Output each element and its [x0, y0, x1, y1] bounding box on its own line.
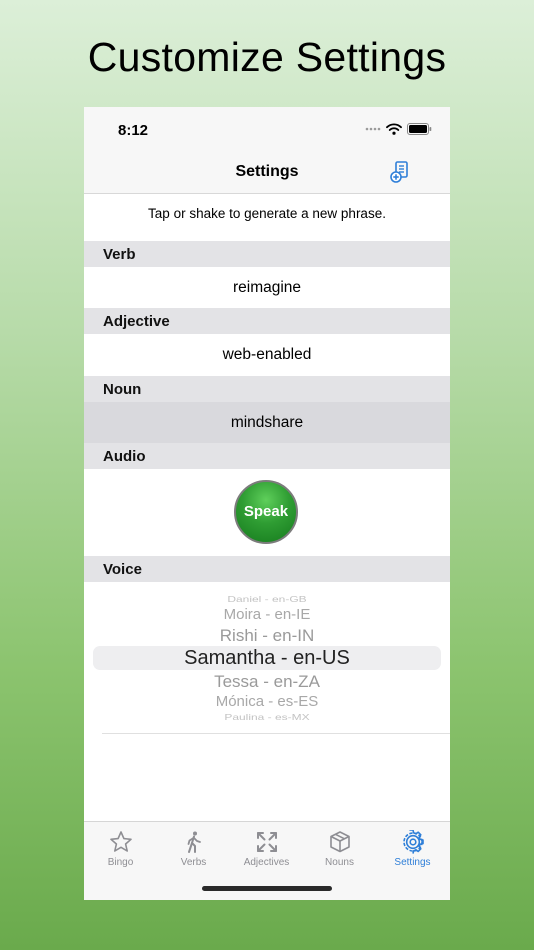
signal-dots-icon [365, 127, 381, 131]
nav-bar: Settings [84, 151, 450, 194]
tab-verbs[interactable]: Verbs [157, 830, 230, 868]
section-label-verb: Verb [103, 246, 136, 263]
section-label-noun: Noun [103, 381, 142, 398]
tab-settings[interactable]: Settings [376, 830, 449, 868]
picker-option-selected[interactable]: Samantha - en-US [84, 647, 450, 670]
tab-label-verbs: Verbs [180, 857, 207, 868]
status-time: 8:12 [118, 122, 149, 139]
picker-option[interactable]: Mónica - es-ES [84, 693, 450, 710]
tab-adjectives[interactable]: Adjectives [230, 830, 303, 868]
home-indicator[interactable] [202, 886, 332, 891]
tab-label-nouns: Nouns [325, 857, 354, 868]
tab-label-bingo: Bingo [107, 857, 134, 868]
walking-figure-icon [187, 831, 201, 853]
noun-value-row[interactable]: mindshare [84, 402, 450, 443]
battery-icon [407, 123, 432, 135]
section-label-audio: Audio [103, 448, 146, 465]
arrows-expand-icon [256, 832, 277, 852]
add-document-icon[interactable] [390, 161, 410, 183]
section-header-voice: Voice [84, 556, 450, 582]
picker-option[interactable]: Paulina - es-MX [84, 712, 450, 722]
section-header-audio: Audio [84, 443, 450, 469]
picker-option[interactable]: Daniel - en-GB [84, 594, 450, 604]
wifi-icon [386, 123, 402, 135]
tab-bingo[interactable]: Bingo [84, 830, 157, 868]
speak-button[interactable]: Speak [234, 480, 298, 544]
section-header-verb: Verb [84, 241, 450, 267]
gear-icon [402, 830, 424, 854]
headline: Customize Settings [87, 34, 447, 80]
instruction-text[interactable]: Tap or shake to generate a new phrase. [84, 194, 450, 241]
picker-option[interactable]: Moira - en-IE [84, 606, 450, 623]
star-icon [109, 831, 132, 852]
section-label-adjective: Adjective [103, 313, 170, 330]
status-bar: 8:12 [84, 107, 450, 151]
picker-divider [102, 733, 450, 734]
box-icon [329, 831, 350, 853]
phone-screen: 8:12 Settings Tap or shake to generate a… [84, 107, 450, 900]
section-label-voice: Voice [103, 561, 142, 578]
audio-row: Speak [84, 469, 450, 555]
voice-picker[interactable]: Daniel - en-GB Moira - en-IE Rishi - en-… [84, 582, 450, 732]
section-header-adjective: Adjective [84, 308, 450, 334]
tab-label-adjectives: Adjectives [243, 857, 290, 868]
status-icons [365, 123, 432, 135]
adjective-value-row[interactable]: web-enabled [84, 334, 450, 375]
tab-nouns[interactable]: Nouns [303, 830, 376, 868]
verb-value-row[interactable]: reimagine [84, 267, 450, 308]
tab-label-settings: Settings [394, 857, 431, 868]
picker-option[interactable]: Rishi - en-IN [84, 626, 450, 646]
picker-option[interactable]: Tessa - en-ZA [84, 672, 450, 692]
section-header-noun: Noun [84, 376, 450, 402]
